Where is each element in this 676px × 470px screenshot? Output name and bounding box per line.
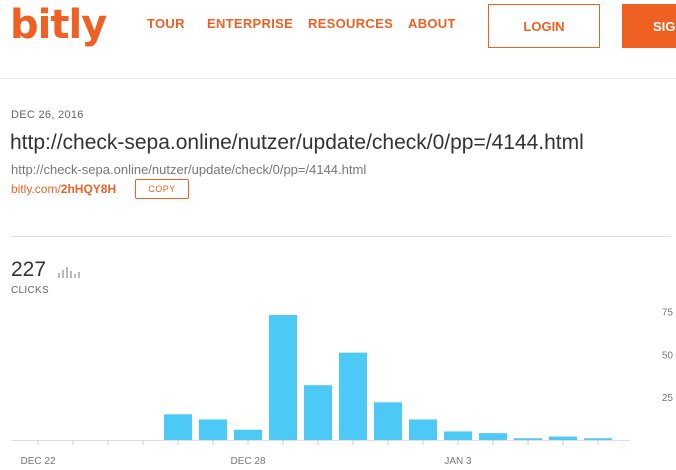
x-tick-label: DEC 28	[230, 456, 265, 467]
short-link-domain: bitly.com/	[11, 182, 61, 196]
x-tick-label: DEC 22	[20, 456, 55, 467]
bar-Jan 4[interactable]	[479, 433, 507, 440]
clicks-bar-chart: DEC 22 DEC 28 JAN 3 25 50 75	[11, 308, 674, 467]
bar-Jan 6[interactable]	[549, 436, 577, 440]
signup-button[interactable]: SIG	[622, 4, 676, 48]
y-tick-label: 25	[662, 393, 674, 404]
y-tick-label: 75	[662, 308, 674, 319]
bar-chart-icon[interactable]	[58, 266, 80, 278]
bar-Dec 28[interactable]	[234, 429, 262, 440]
bar-Jan 1[interactable]	[374, 402, 402, 440]
bar-Jan 5[interactable]	[514, 438, 542, 440]
nav-about[interactable]: ABOUT	[408, 16, 456, 31]
bar-Jan 2[interactable]	[409, 419, 437, 440]
bar-Dec 26[interactable]	[164, 414, 192, 440]
y-tick-label: 50	[662, 350, 674, 361]
copy-button[interactable]: COPY	[135, 179, 189, 199]
short-link[interactable]: bitly.com/2hHQY8H	[11, 182, 116, 196]
bitly-logo[interactable]: bitly	[10, 2, 107, 48]
nav-tour[interactable]: TOUR	[147, 16, 185, 31]
short-link-code: 2hHQY8H	[60, 182, 117, 196]
link-title: http://check-sepa.online/nutzer/update/c…	[10, 131, 584, 154]
link-created-date: DEC 26, 2016	[11, 109, 84, 121]
nav-resources[interactable]: RESOURCES	[308, 16, 393, 31]
bar-Jan 7[interactable]	[584, 438, 612, 440]
bar-Dec 29[interactable]	[269, 314, 297, 440]
nav-enterprise[interactable]: ENTERPRISE	[207, 16, 293, 31]
section-divider	[11, 236, 671, 237]
bar-Dec 27[interactable]	[199, 419, 227, 440]
bar-Jan 3[interactable]	[444, 431, 472, 440]
top-header: bitly TOUR ENTERPRISE RESOURCES ABOUT LO…	[0, 0, 676, 79]
clicks-count: 227	[11, 258, 47, 281]
login-button[interactable]: LOGIN	[488, 4, 600, 48]
bar-Dec 31[interactable]	[339, 352, 367, 440]
bar-Dec 30[interactable]	[304, 385, 332, 440]
x-tick-label: JAN 3	[444, 456, 472, 467]
long-url[interactable]: http://check-sepa.online/nutzer/update/c…	[11, 162, 366, 177]
